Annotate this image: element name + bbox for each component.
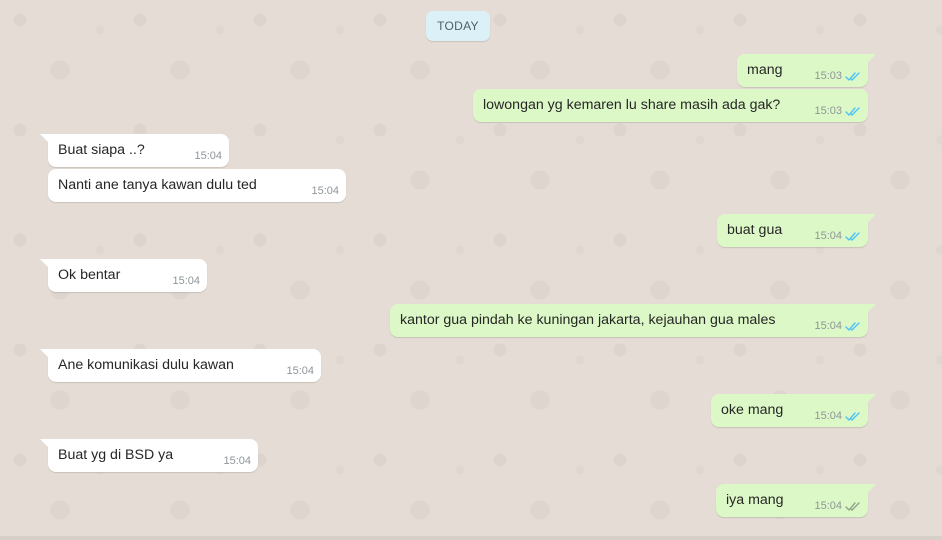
message-bubble-incoming[interactable]: Ok bentar 15:04 bbox=[40, 259, 207, 292]
message-time: 15:04 bbox=[814, 320, 842, 332]
message-time: 15:04 bbox=[814, 230, 842, 242]
read-receipt-icon bbox=[845, 321, 860, 331]
message-text: Ane komunikasi dulu kawan bbox=[58, 357, 234, 373]
message-bubble-incoming[interactable]: Buat yg di BSD ya 15:04 bbox=[40, 439, 258, 472]
message-meta: 15:04 bbox=[172, 275, 200, 287]
message-time: 15:04 bbox=[172, 275, 200, 287]
message-text: oke mang bbox=[721, 402, 784, 418]
read-receipt-icon bbox=[845, 106, 860, 116]
message-meta: 15:04 bbox=[814, 500, 861, 512]
message-bubble-outgoing[interactable]: iya mang 15:04 bbox=[716, 484, 876, 517]
message-time: 15:04 bbox=[194, 150, 222, 162]
message-text: buat gua bbox=[727, 222, 783, 238]
message-bubble-incoming[interactable]: Ane komunikasi dulu kawan 15:04 bbox=[40, 349, 321, 382]
delivered-receipt-icon bbox=[845, 501, 860, 511]
message-time: 15:04 bbox=[311, 185, 339, 197]
message-text: Ok bentar bbox=[58, 267, 121, 283]
read-receipt-icon bbox=[845, 231, 860, 241]
message-time: 15:04 bbox=[286, 365, 314, 377]
message-text: iya mang bbox=[726, 492, 784, 508]
message-meta: 15:04 bbox=[311, 185, 339, 197]
message-bubble-outgoing[interactable]: kantor gua pindah ke kuningan jakarta, k… bbox=[390, 304, 876, 337]
message-bubble-outgoing[interactable]: lowongan yg kemaren lu share masih ada g… bbox=[473, 89, 868, 122]
message-text: Buat yg di BSD ya bbox=[58, 447, 174, 463]
read-receipt-icon bbox=[845, 411, 860, 421]
message-meta: 15:04 bbox=[814, 320, 861, 332]
message-text: mang bbox=[747, 62, 783, 78]
date-divider: TODAY bbox=[426, 11, 490, 41]
message-bubble-outgoing[interactable]: oke mang 15:04 bbox=[711, 394, 876, 427]
message-time: 15:04 bbox=[814, 500, 842, 512]
message-meta: 15:04 bbox=[814, 410, 861, 422]
message-text: lowongan yg kemaren lu share masih ada g… bbox=[483, 97, 781, 113]
read-receipt-icon bbox=[845, 71, 860, 81]
message-time: 15:04 bbox=[223, 455, 251, 467]
message-text: Nanti ane tanya kawan dulu ted bbox=[58, 177, 257, 193]
footer-edge bbox=[0, 536, 942, 540]
message-text: Buat siapa ..? bbox=[58, 142, 145, 158]
message-bubble-incoming[interactable]: Buat siapa ..? 15:04 bbox=[40, 134, 229, 167]
message-bubble-incoming[interactable]: Nanti ane tanya kawan dulu ted 15:04 bbox=[48, 169, 346, 202]
message-meta: 15:03 bbox=[814, 105, 861, 117]
message-meta: 15:04 bbox=[814, 230, 861, 242]
message-bubble-outgoing[interactable]: buat gua 15:04 bbox=[717, 214, 876, 247]
message-meta: 15:03 bbox=[814, 70, 861, 82]
message-time: 15:03 bbox=[814, 70, 842, 82]
message-meta: 15:04 bbox=[223, 455, 251, 467]
message-time: 15:04 bbox=[814, 410, 842, 422]
message-meta: 15:04 bbox=[286, 365, 314, 377]
message-meta: 15:04 bbox=[194, 150, 222, 162]
message-bubble-outgoing[interactable]: mang 15:03 bbox=[737, 54, 876, 87]
message-time: 15:03 bbox=[814, 105, 842, 117]
message-text: kantor gua pindah ke kuningan jakarta, k… bbox=[400, 312, 776, 328]
